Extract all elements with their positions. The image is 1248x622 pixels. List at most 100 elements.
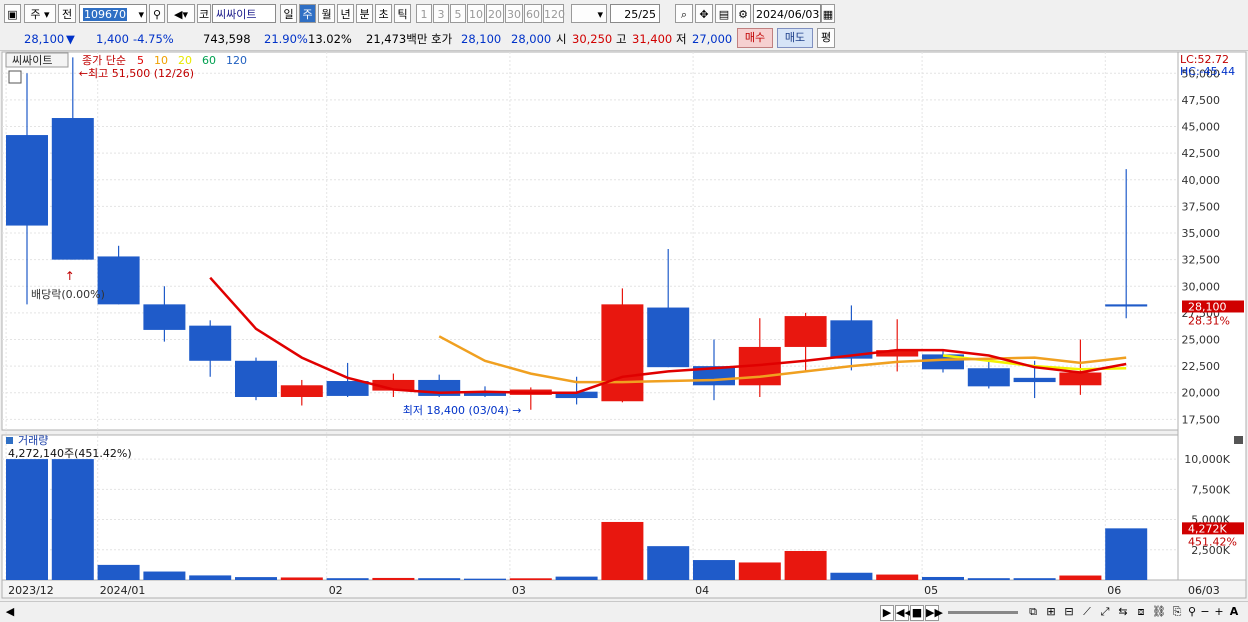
overlay-icon[interactable]: ⧈ (1134, 605, 1148, 619)
price-tick-label: 25,000 (1182, 333, 1221, 346)
high-price: 31,400 (632, 32, 673, 46)
candle-body (1059, 372, 1102, 386)
period-type-select[interactable]: 주 ▾ (24, 4, 56, 23)
calendar-icon[interactable]: ▦ (821, 4, 835, 23)
x-tick-label: 04 (695, 584, 709, 597)
volume-bar (967, 578, 1010, 580)
dividend-arrow-icon: ↑ (65, 269, 75, 283)
tab-period-5[interactable]: 초 (375, 4, 392, 23)
draw-line-icon[interactable]: ⟋ (1080, 605, 1094, 619)
volume-bar (509, 578, 552, 580)
current-price: 28,100 (24, 32, 65, 46)
price-tick-label: 45,000 (1182, 121, 1221, 134)
tab-interval-20[interactable]: 20 (486, 4, 504, 23)
x-tick-label: 02 (329, 584, 343, 597)
sell-button[interactable]: 매도 (777, 28, 813, 48)
candle-body (326, 381, 369, 396)
fit-icon[interactable]: ⤢ (1098, 605, 1112, 619)
tab-period-3[interactable]: 년 (337, 4, 354, 23)
tab-period-0[interactable]: 일 (280, 4, 297, 23)
volume-bar (1105, 528, 1148, 580)
gear-icon[interactable]: ⚙ (735, 4, 751, 23)
volume-bar (830, 572, 873, 580)
legend-ma-period: 10 (154, 54, 168, 67)
volume-marker (6, 437, 13, 444)
tab-interval-1[interactable]: 1 (416, 4, 432, 23)
tab-interval-3[interactable]: 3 (433, 4, 449, 23)
scroll-left-icon[interactable]: ◀ (4, 605, 16, 619)
candle-body (280, 385, 323, 397)
tab-interval-30[interactable]: 30 (505, 4, 523, 23)
volume-bar (647, 546, 690, 580)
speaker-icon[interactable]: ◀▾ (167, 4, 195, 23)
font-size-icon[interactable]: A (1228, 605, 1240, 619)
tab-interval-5[interactable]: 5 (450, 4, 466, 23)
turnover-percent: 21.90% (264, 32, 308, 46)
legend-label: 종가 단순 (82, 54, 126, 67)
save-icon[interactable]: ▤ (715, 4, 733, 23)
prev-button[interactable]: 전 (58, 4, 76, 23)
market-label[interactable]: 코 (197, 4, 211, 23)
last-volume-label: 4,272K (1188, 522, 1227, 535)
bid-price: 28,000 (511, 32, 552, 46)
tab-period-4[interactable]: 분 (356, 4, 373, 23)
legend-ma-period: 60 (202, 54, 216, 67)
tab-period-6[interactable]: 틱 (394, 4, 411, 23)
volume-bar (418, 578, 461, 580)
volume-bar (738, 562, 781, 580)
volume-bar (693, 560, 735, 580)
price-tick-label: 47,500 (1182, 94, 1221, 107)
change-value: 1,400 (96, 32, 129, 46)
grid-icon[interactable]: ⊟ (1062, 605, 1076, 619)
fast-forward-icon[interactable]: ▶▶ (925, 605, 943, 621)
volume-close-icon (1234, 436, 1243, 444)
candle-body (784, 316, 827, 347)
volume-bar (143, 571, 186, 580)
count-field[interactable]: 25/25 (610, 4, 660, 23)
quote-label: 호가 (431, 32, 453, 46)
zoom-search-icon[interactable]: ⚲ (1186, 605, 1198, 619)
volume-bar (372, 577, 415, 580)
buy-button[interactable]: 매수 (737, 28, 773, 48)
layout-icon[interactable]: ⧉ (1026, 605, 1040, 619)
bottom-control-bar: ◀ ▶ ◀◀ ■ ▶▶ ⧉ ⊞ ⊟ ⟋ ⤢ ⇆ ⧈ ⛓ ⎘ ⚲ − + A (0, 601, 1248, 622)
stop-icon[interactable]: ■ (910, 605, 924, 621)
volume-value: 743,598 (203, 32, 251, 46)
tab-period-2[interactable]: 월 (318, 4, 335, 23)
zoom-in-icon[interactable]: + (1214, 605, 1224, 619)
volume-bar (51, 459, 94, 580)
rewind-icon[interactable]: ◀◀ (895, 605, 913, 621)
stock-name-field[interactable]: 씨싸이트 (212, 4, 276, 23)
binoculars-icon[interactable]: ⌕ (675, 4, 693, 23)
zoom-out-icon[interactable]: − (1200, 605, 1210, 619)
volume-bar (1013, 578, 1056, 580)
x-tick-label: 2024/01 (100, 584, 146, 597)
tab-interval-60[interactable]: 60 (524, 4, 542, 23)
code-input[interactable]: 109670 ▾ (79, 4, 147, 23)
period-type-value: 주 (30, 8, 41, 21)
legend-ma-period: 5 (137, 54, 144, 67)
code-value: 109670 (83, 8, 127, 21)
tab-interval-120[interactable]: 120 (543, 4, 565, 23)
tab-period-1[interactable]: 주 (299, 4, 316, 23)
window-icon[interactable]: ▣ (4, 4, 21, 23)
trade-amount: 21,473백만 (366, 32, 428, 46)
chevron-down-icon: ▾ (597, 8, 603, 21)
zoom-slider[interactable] (948, 611, 1018, 614)
interval-dropdown[interactable]: ▾ (571, 4, 607, 23)
price-tick-label: 17,500 (1182, 413, 1221, 426)
link-icon[interactable]: ⛓ (1152, 605, 1166, 619)
search-icon[interactable]: ⚲ (149, 4, 165, 23)
cross-tool-icon[interactable]: ✥ (695, 4, 713, 23)
last-volume-pct: 451.42% (1188, 535, 1237, 548)
stock-chart: 50,00047,50045,00042,50040,00037,50035,0… (1, 51, 1247, 599)
play-icon[interactable]: ▶ (880, 605, 894, 621)
copy-icon[interactable]: ⎘ (1170, 605, 1184, 619)
compare-icon[interactable]: ⇆ (1116, 605, 1130, 619)
average-button[interactable]: 평 (817, 28, 835, 48)
date-field[interactable]: 2024/06/03 (753, 4, 821, 23)
tab-interval-10[interactable]: 10 (467, 4, 485, 23)
split-icon[interactable]: ⊞ (1044, 605, 1058, 619)
x-end-label: 06/03 (1188, 584, 1220, 597)
volume-bar (97, 564, 140, 580)
